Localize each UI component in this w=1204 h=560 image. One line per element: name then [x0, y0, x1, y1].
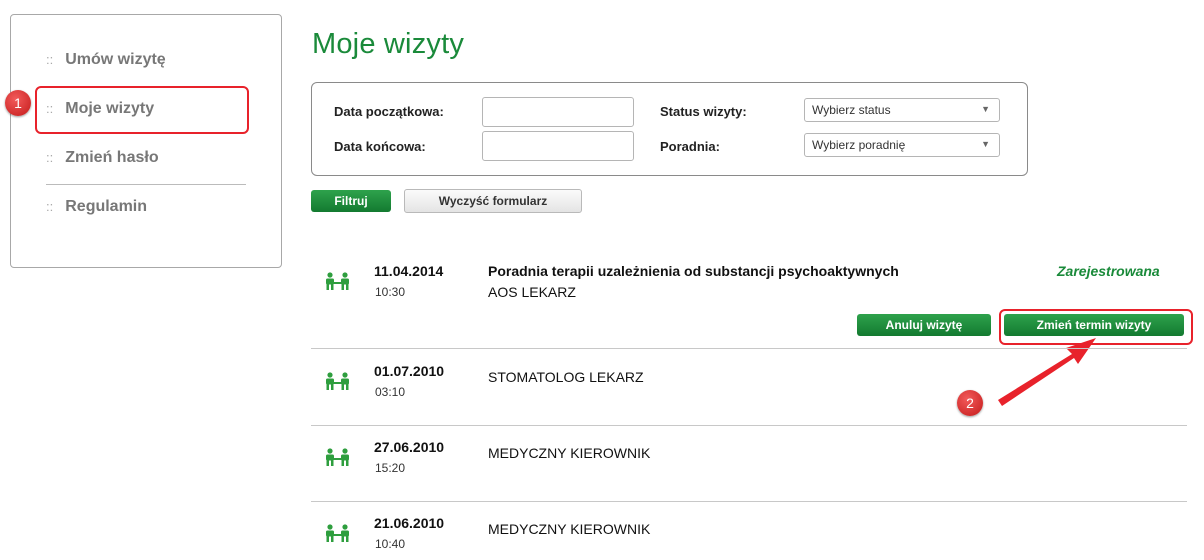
visit-people-icon: [326, 524, 349, 542]
visit-date: 01.07.2010: [374, 363, 445, 379]
row-divider: [311, 501, 1187, 502]
visit-date: 11.04.2014: [374, 263, 444, 279]
status-select[interactable]: Wybierz status ▼: [804, 98, 1000, 122]
filter-button[interactable]: Filtruj: [311, 190, 391, 212]
sidebar-item-label: Umów wizytę: [65, 51, 166, 68]
chevron-down-icon: ▼: [981, 104, 990, 114]
visit-people-icon: [326, 272, 349, 290]
clinic-label: Poradnia:: [660, 139, 720, 154]
visit-time: 10:40: [375, 537, 406, 551]
visit-doctor: AOS LEKARZ: [488, 284, 576, 300]
end-date-input[interactable]: [482, 131, 634, 161]
sidebar-item-change-password[interactable]: :: Zmień hasło: [46, 149, 159, 167]
row-divider: [311, 425, 1187, 426]
visit-clinic: MEDYCZNY KIEROWNIK: [488, 521, 651, 537]
sidebar-divider: [46, 184, 246, 185]
clinic-select-value: Wybierz poradnię: [812, 138, 906, 152]
row-divider: [311, 348, 1187, 349]
clinic-select[interactable]: Wybierz poradnię ▼: [804, 133, 1000, 157]
start-date-input[interactable]: [482, 97, 634, 127]
visit-people-icon: [326, 448, 349, 466]
status-select-value: Wybierz status: [812, 103, 891, 117]
chevron-down-icon: ▼: [981, 139, 990, 149]
highlight-my-visits: [35, 86, 249, 134]
visit-time: 15:20: [375, 461, 406, 475]
visit-people-icon: [326, 372, 349, 390]
sidebar-item-terms[interactable]: :: Regulamin: [46, 198, 147, 216]
visit-clinic: STOMATOLOG LEKARZ: [488, 369, 644, 385]
page-title: Moje wizyty: [312, 28, 465, 60]
sidebar-item-bullet: ::: [46, 199, 54, 214]
start-date-label: Data początkowa:: [334, 104, 444, 119]
sidebar-item-label: Zmień hasło: [65, 149, 159, 166]
visit-time: 03:10: [375, 385, 406, 399]
sidebar-item-book-visit[interactable]: :: Umów wizytę: [46, 51, 166, 69]
end-date-label: Data końcowa:: [334, 139, 426, 154]
sidebar-item-bullet: ::: [46, 150, 54, 165]
sidebar-item-bullet: ::: [46, 52, 54, 67]
annotation-arrow-icon: [998, 338, 1096, 406]
clear-form-button[interactable]: Wyczyść formularz: [404, 189, 582, 213]
visit-clinic: Poradnia terapii uzależnienia od substan…: [488, 263, 899, 279]
visit-clinic: MEDYCZNY KIEROWNIK: [488, 445, 651, 461]
visit-date: 27.06.2010: [374, 439, 445, 455]
visit-date: 21.06.2010: [374, 515, 445, 531]
visit-status-badge: Zarejestrowana: [1057, 263, 1160, 279]
step-badge-1: 1: [5, 90, 31, 116]
step-badge-2: 2: [957, 390, 983, 416]
sidebar-item-label: Regulamin: [65, 198, 148, 215]
status-label: Status wizyty:: [660, 104, 747, 119]
filter-panel: [311, 82, 1028, 176]
visit-time: 10:30: [375, 285, 406, 299]
